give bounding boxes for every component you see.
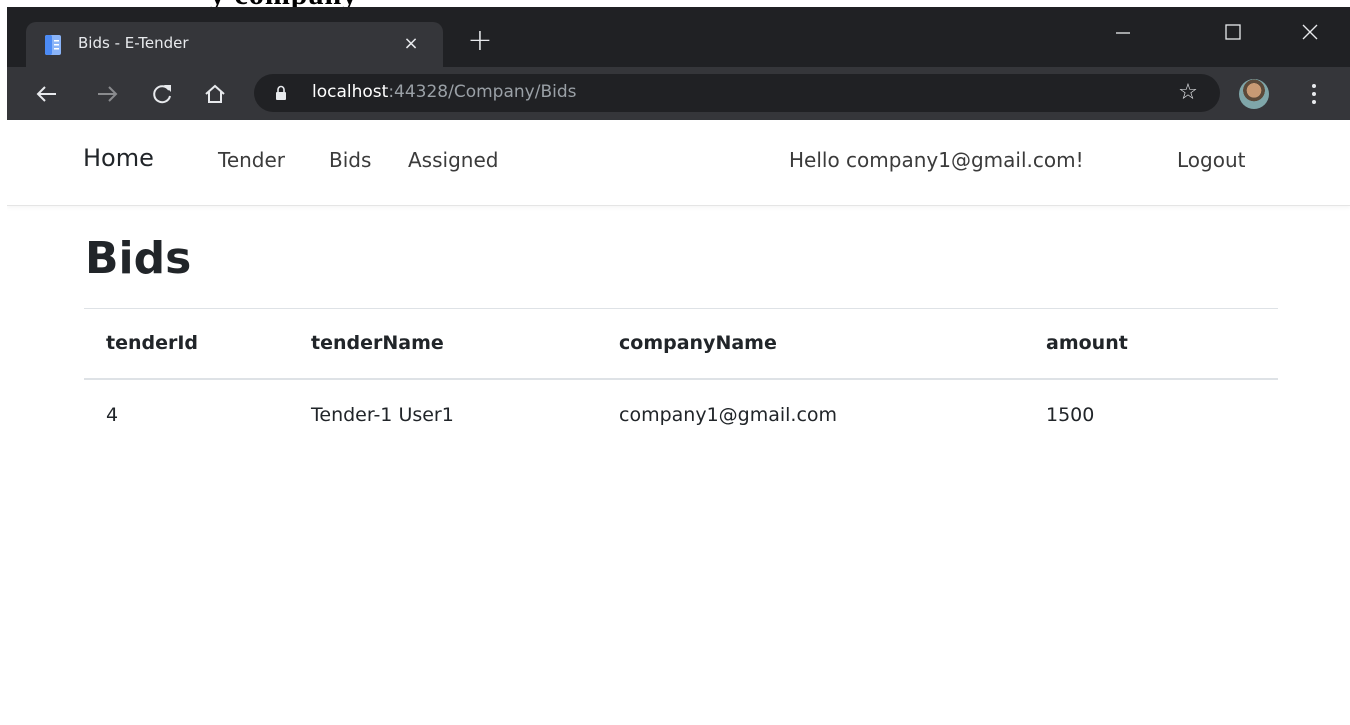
browser-menu-icon[interactable] [1304,81,1324,107]
url-path: :44328/Company/Bids [388,82,577,102]
forward-arrow-icon [98,86,118,102]
logout-button[interactable]: Logout [1177,148,1245,172]
navbar-brand-home[interactable]: Home [83,144,154,172]
reload-icon [153,85,171,104]
kebab-menu-icon [1312,84,1316,104]
user-greeting-link[interactable]: Hello company1@gmail.com! [789,148,1084,172]
back-arrow-icon [36,86,56,102]
header-company-name: companyName [619,332,777,355]
minimize-window-button[interactable] [1103,13,1143,53]
back-button[interactable] [32,79,62,109]
reload-button[interactable] [147,79,177,109]
browser-window: Bids - E-Tender × + localhost:44328/Comp… [7,7,1350,725]
table-row: 4 Tender-1 User1 company1@gmail.com 1500 [84,379,1278,451]
bookmark-star-icon[interactable]: ☆ [1175,80,1201,106]
home-button[interactable] [200,79,230,109]
page-content: Home Tender Bids Assigned Hello company1… [7,120,1350,725]
forward-button[interactable] [92,79,122,109]
nav-link-tender[interactable]: Tender [218,148,285,172]
maximize-window-button[interactable] [1213,13,1253,53]
header-tender-name: tenderName [311,332,444,355]
nav-link-bids[interactable]: Bids [329,148,371,172]
minimize-icon [1116,32,1130,34]
cell-company-name: company1@gmail.com [619,404,838,426]
header-amount: amount [1046,332,1128,355]
bids-table: tenderId tenderName companyName amount 4… [84,308,1278,451]
header-tender-id: tenderId [106,332,199,355]
lock-icon [276,85,286,100]
nav-link-assigned[interactable]: Assigned [408,148,498,172]
site-navbar: Home Tender Bids Assigned Hello company1… [7,120,1350,206]
close-icon [1302,24,1318,40]
home-icon [205,84,225,103]
cell-amount: 1500 [1046,404,1095,426]
browser-tab[interactable]: Bids - E-Tender × [26,22,443,67]
url-host: localhost [312,82,389,102]
table-header-row: tenderId tenderName companyName amount [84,308,1278,379]
document-favicon-icon [45,35,61,55]
browser-toolbar: localhost:44328/Company/Bids ☆ [7,67,1350,120]
address-url[interactable]: localhost:44328/Company/Bids [312,82,576,102]
tab-strip: Bids - E-Tender × + [7,7,1350,67]
page-title: Bids [85,233,192,284]
close-window-button[interactable] [1290,13,1330,53]
new-tab-button[interactable]: + [465,26,495,57]
cell-tender-id: 4 [106,404,119,426]
profile-avatar[interactable] [1239,79,1269,109]
address-bar[interactable]: localhost:44328/Company/Bids ☆ [254,74,1220,112]
maximize-icon [1225,24,1241,40]
cell-tender-name: Tender-1 User1 [311,404,454,426]
tab-title: Bids - E-Tender [78,34,189,52]
tab-close-icon[interactable]: × [398,31,424,57]
